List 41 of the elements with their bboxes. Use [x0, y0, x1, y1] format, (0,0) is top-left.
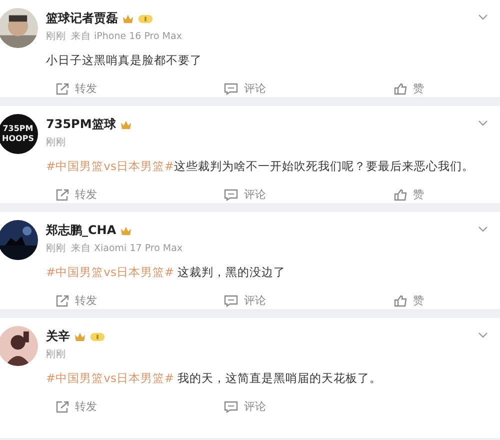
repost-button[interactable]: 转发: [56, 187, 224, 202]
post-source: 来自 iPhone 16 Pro Max: [71, 30, 182, 43]
comment-icon: [224, 82, 238, 94]
share-icon: [56, 188, 69, 200]
comment-icon: [224, 188, 238, 200]
comment-icon: [224, 294, 238, 306]
chevron-down-icon[interactable]: [478, 14, 488, 20]
repost-button[interactable]: 转发: [56, 293, 224, 308]
comment-button[interactable]: 评论: [224, 187, 394, 202]
post-text: #中国男篮vs日本男篮# 我的天，这简直是黑哨届的天花板了。: [46, 371, 383, 386]
share-icon: [56, 294, 69, 306]
like-button[interactable]: 赞: [394, 293, 424, 308]
avatar[interactable]: 735PM HOOPS: [0, 114, 38, 154]
post-source: 来自 Xiaomi 17 Pro Max: [71, 242, 183, 255]
comment-button[interactable]: 评论: [224, 81, 394, 96]
post-time: 刚刚: [46, 136, 66, 149]
post-time: 刚刚: [46, 30, 66, 43]
comment-button[interactable]: 评论: [224, 293, 394, 308]
post-text: 小日子这黑哨真是脸都不要了: [46, 53, 203, 68]
thumbs-up-icon: [394, 294, 407, 306]
chevron-down-icon[interactable]: [478, 226, 488, 232]
comment-icon: [224, 400, 238, 412]
chevron-down-icon[interactable]: [478, 332, 488, 338]
share-icon: [56, 82, 69, 94]
like-button[interactable]: 赞: [394, 187, 424, 202]
user-name[interactable]: 郑志鹏_CHA: [46, 222, 116, 239]
comment-button[interactable]: 评论: [224, 399, 394, 414]
thumbs-up-icon: [394, 188, 407, 200]
user-name[interactable]: 735PM篮球: [46, 116, 116, 133]
like-button[interactable]: 赞: [394, 81, 424, 96]
repost-button[interactable]: 转发: [56, 81, 224, 96]
post-text: #中国男篮vs日本男篮#这些裁判为啥不一开始吹死我们呢？要最后来恶心我们。: [46, 159, 476, 174]
repost-button[interactable]: 转发: [56, 399, 224, 414]
thumbs-up-icon: [394, 82, 407, 94]
user-name[interactable]: 关辛: [46, 328, 70, 345]
chevron-down-icon[interactable]: [478, 120, 488, 126]
post-time: 刚刚: [46, 242, 66, 255]
user-name[interactable]: 篮球记者贾磊: [46, 10, 118, 27]
post-text: #中国男篮vs日本男篮# 这裁判，黑的没边了: [46, 265, 287, 280]
share-icon: [56, 400, 69, 412]
post-time: 刚刚: [46, 348, 66, 361]
